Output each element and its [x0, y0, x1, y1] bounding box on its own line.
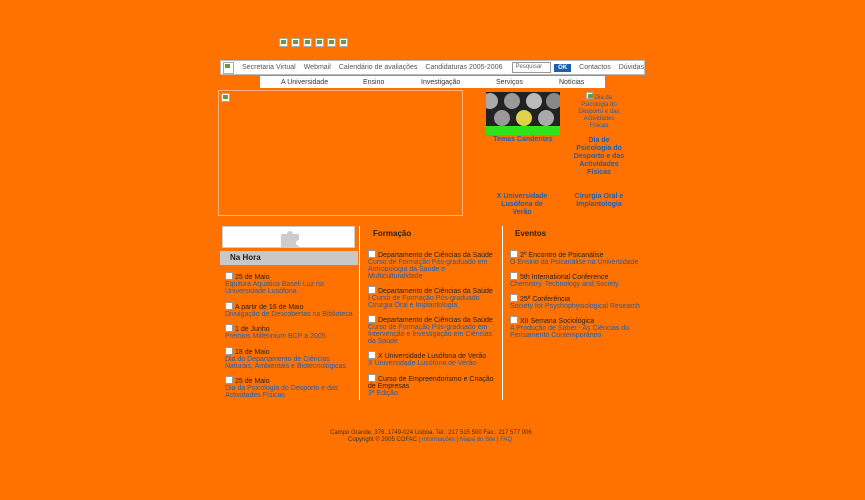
bullet-icon — [368, 374, 376, 382]
nav-universidade[interactable]: A Universidade — [281, 79, 328, 86]
event-link[interactable]: Society for Psychophysiological Research — [510, 303, 640, 310]
link-secretaria[interactable]: Secretaria Virtual — [242, 64, 296, 71]
bullet-icon — [225, 376, 233, 384]
banner-image-icon — [221, 93, 230, 102]
bullet-icon — [368, 250, 376, 258]
bullet-icon — [225, 272, 233, 280]
search-ok-button[interactable]: OK — [554, 63, 572, 72]
nav-servicos[interactable]: Serviços — [496, 79, 523, 86]
nav-ensino[interactable]: Ensino — [363, 79, 384, 86]
dia-psicologia-link[interactable]: Dia de Psicologia do Desporto e das Acti… — [572, 137, 626, 177]
bullet-icon — [510, 272, 518, 280]
footer-copyright: Copyright © 2005 COFAC | — [348, 437, 421, 443]
footer-link-faq[interactable]: FAQ — [500, 437, 512, 443]
puzzle-icon — [281, 231, 299, 248]
header-image-icon — [303, 38, 312, 47]
divider — [502, 226, 503, 400]
course-link[interactable]: I Curso de Formação Pós-graduado Cirurgi… — [368, 295, 480, 309]
header-image-row — [279, 38, 348, 47]
news-link[interactable]: Dia da Psicologia do Desporto e das Acti… — [225, 385, 338, 399]
event-title: 2º Encontro de Psicanálise — [520, 252, 604, 259]
na-hora-title: Na Hora — [220, 251, 358, 265]
news-date: A partir de 16 de Maio — [235, 304, 304, 311]
event-title: XII Semana Sociológica — [520, 318, 595, 325]
course-department: Departamento de Ciências da Saúde — [378, 252, 493, 259]
event-title: 5th International Conference — [520, 274, 609, 281]
news-link[interactable]: Prémios Millennium BCP a 2005 — [225, 333, 326, 340]
cirurgia-link[interactable]: Cirurgia Oral e Implantologia — [568, 193, 630, 209]
news-date: 25 de Maio — [235, 274, 270, 281]
nav-noticias[interactable]: Notícias — [559, 79, 584, 86]
bullet-icon — [368, 351, 376, 359]
link-candidaturas[interactable]: Candidaturas 2005-2006 — [425, 64, 502, 71]
event-link[interactable]: A Produção de Saber - As Ciências do Pen… — [510, 325, 629, 339]
course-link[interactable]: Curso de Formação Pós-graduado em Interv… — [368, 324, 492, 345]
universidade-verao-link[interactable]: X Universidade Lusófona de Verão — [494, 193, 550, 217]
bullet-icon — [510, 294, 518, 302]
nav-investigacao[interactable]: Investigação — [421, 79, 460, 86]
jornadas-image-icon — [585, 92, 593, 99]
course-link[interactable]: X Universidade Lusófona de Verão — [368, 360, 476, 367]
header-image-icon — [339, 38, 348, 47]
course-link[interactable]: 3ª Edição — [368, 390, 398, 397]
news-link[interactable]: Dia do Departamento de Ciências Naturais… — [225, 356, 346, 370]
link-contactos[interactable]: Contactos — [579, 64, 611, 71]
news-date: 1 de Junho — [235, 326, 270, 333]
news-link[interactable]: Equitura Aquática Baseli Luz na Universi… — [225, 281, 324, 295]
main-banner[interactable] — [218, 90, 463, 216]
course-link[interactable]: Curso de Formação Pós-graduado em Antrop… — [368, 259, 487, 280]
header-image-icon — [279, 38, 288, 47]
bullet-icon — [510, 316, 518, 324]
na-hora-graphic — [222, 226, 355, 248]
event-link[interactable]: O Ensino da Psicanálise na Universidade — [510, 259, 638, 266]
course-department: Departamento de Ciências da Saúde — [378, 288, 493, 295]
footer-link-info[interactable]: Informações — [422, 437, 455, 443]
search-input[interactable]: Pesquisar — [512, 62, 552, 73]
bullet-icon — [368, 315, 376, 323]
logo-icon[interactable] — [223, 61, 235, 74]
temas-label[interactable]: Temas Candentes — [484, 136, 562, 144]
temas-image[interactable] — [486, 92, 560, 135]
news-date: 25 de Maio — [235, 378, 270, 385]
link-calendario[interactable]: Calendário de avaliações — [339, 64, 418, 71]
eventos-title: Eventos — [515, 229, 547, 238]
event-title: 25ª Conferência — [520, 296, 571, 303]
bullet-icon — [225, 324, 233, 332]
header-image-icon — [291, 38, 300, 47]
course-department: Curso de Empreendorismo e Criação de Emp… — [368, 376, 494, 390]
footer: Campo Grande, 376, 1749-024 Lisboa. Tel.… — [330, 430, 532, 443]
course-department: X Universidade Lusófona de Verão — [378, 353, 487, 360]
link-webmail[interactable]: Webmail — [304, 64, 331, 71]
divider — [359, 226, 360, 400]
header-image-icon — [327, 38, 336, 47]
main-nav: A Universidade Ensino Investigação Servi… — [260, 76, 605, 88]
course-department: Departamento de Ciências da Saúde — [378, 317, 493, 324]
link-duvidas[interactable]: Dúvidas — [619, 64, 644, 71]
jornadas-image-alt[interactable]: Dia da Psicologia do Desporto e das Acti… — [578, 92, 620, 130]
top-links-bar: Secretaria Virtual Webmail Calendário de… — [220, 60, 645, 75]
bullet-icon — [510, 250, 518, 258]
bullet-icon — [225, 347, 233, 355]
bullet-icon — [225, 302, 233, 310]
event-link[interactable]: Chemistry, Technology and Society — [510, 281, 619, 288]
news-date: 18 de Maio — [235, 349, 270, 356]
bullet-icon — [368, 286, 376, 294]
formacao-title: Formação — [373, 229, 412, 238]
news-link[interactable]: Divulgação de Descobertas na Biblioteca — [225, 311, 353, 318]
header-image-icon — [315, 38, 324, 47]
footer-address: Campo Grande, 376, 1749-024 Lisboa. Tel.… — [330, 430, 532, 436]
footer-link-sitemap[interactable]: Mapa do Site — [460, 437, 495, 443]
